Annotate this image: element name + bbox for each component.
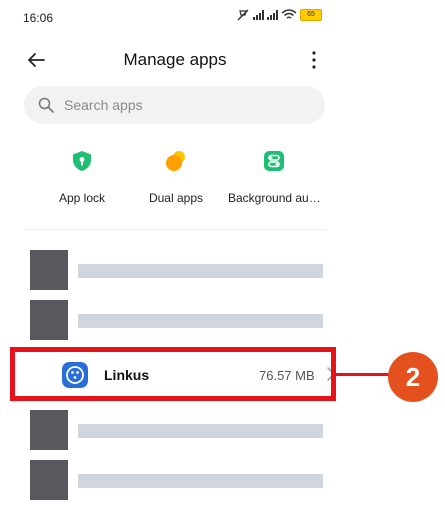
app-name-placeholder (78, 314, 323, 328)
shortcut-label: App lock (58, 191, 106, 205)
app-icon-placeholder (30, 250, 68, 290)
status-icons: 65 (236, 9, 322, 21)
shield-lock-icon (73, 151, 91, 171)
app-icon-placeholder (30, 300, 68, 340)
app-list-item[interactable] (30, 410, 323, 456)
no-sim-icon (237, 9, 249, 21)
background-autostart-icon (264, 151, 284, 171)
app-name-placeholder (78, 264, 323, 278)
app-name-placeholder (78, 474, 323, 488)
shortcut-dual-apps[interactable]: Dual apps (140, 150, 212, 205)
search-bar[interactable] (24, 86, 325, 124)
app-list-item[interactable] (30, 300, 323, 346)
annotation-connector (336, 373, 392, 376)
shortcut-label: Background au… (228, 191, 321, 205)
app-name-placeholder (78, 424, 323, 438)
status-time: 16:06 (23, 11, 54, 25)
more-options-icon[interactable] (305, 48, 323, 72)
shortcut-background-autostart[interactable]: Background au… (228, 150, 321, 205)
battery-icon: 65 (300, 9, 322, 21)
linkus-app-icon (62, 362, 88, 388)
app-size: 76.57 MB (259, 368, 315, 383)
search-icon (38, 97, 54, 113)
dual-apps-icon (166, 151, 185, 171)
signal-icon (253, 10, 264, 20)
signal-icon (267, 10, 278, 20)
shortcut-label: Dual apps (148, 191, 204, 205)
app-list-item-linkus[interactable]: Linkus 76.57 MB (12, 350, 342, 400)
app-icon-placeholder (30, 460, 68, 500)
search-input[interactable] (64, 86, 304, 124)
chevron-right-icon (327, 367, 336, 381)
status-bar: 16:06 65 (0, 0, 340, 30)
app-list-item[interactable] (30, 460, 323, 506)
page-title: Manage apps (123, 50, 227, 69)
shortcut-app-lock[interactable]: App lock (52, 150, 112, 205)
app-list-item[interactable] (30, 250, 323, 296)
header: Manage apps (0, 40, 340, 80)
app-icon-placeholder (30, 410, 68, 450)
app-name: Linkus (104, 367, 150, 383)
wifi-icon (281, 9, 297, 19)
section-divider (24, 229, 325, 230)
step-number-badge: 2 (388, 352, 438, 402)
